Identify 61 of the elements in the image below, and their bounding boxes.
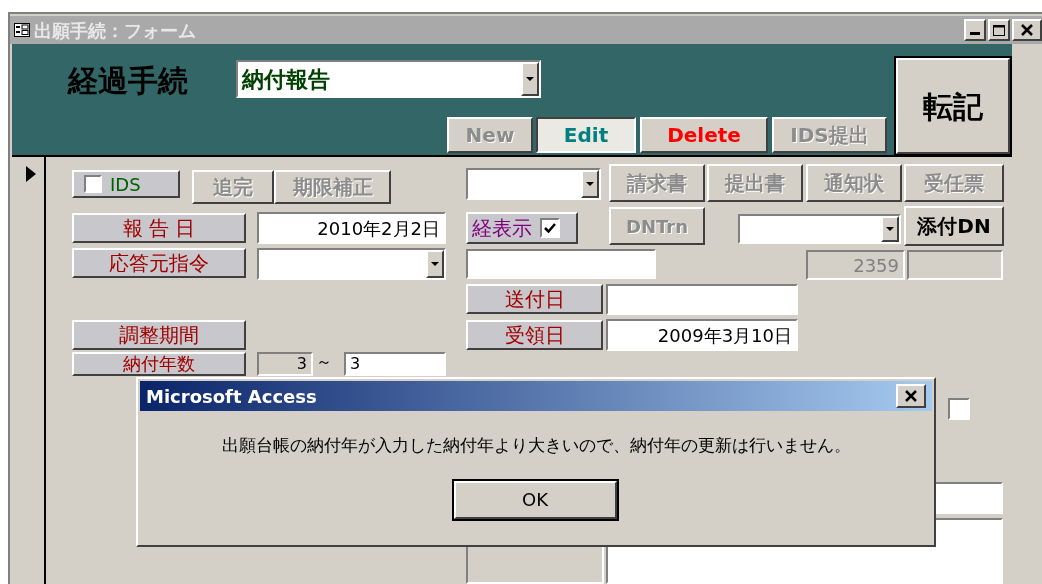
input-field[interactable] (907, 250, 1003, 280)
dialog-message: 出願台帳の納付年が入力した納付年より大きいので、納付年の更新は行いません。 (220, 434, 852, 457)
document-button[interactable]: 受任票 (904, 164, 1004, 202)
field-label: 応答元指令 (72, 248, 246, 278)
record-pointer-icon (26, 166, 36, 182)
checkbox-label: IDS (110, 172, 141, 197)
input-field[interactable]: 3 (344, 352, 446, 376)
document-button[interactable]: 通知状 (806, 164, 902, 202)
input-field[interactable]: 3 (257, 352, 313, 376)
field-label: 受領日 (466, 320, 603, 350)
caret-icon (431, 262, 439, 266)
field-label: 調整期間 (72, 320, 246, 350)
minimize-button[interactable] (964, 19, 986, 41)
field-label: 納付年数 (72, 352, 246, 376)
minimize-icon (970, 32, 980, 35)
response-combo[interactable] (257, 248, 446, 280)
range-separator: ～ (316, 352, 332, 372)
close-icon (905, 390, 917, 402)
dropdown-button[interactable] (881, 216, 899, 242)
input-field[interactable] (466, 249, 656, 279)
dropdown-button[interactable] (426, 250, 444, 278)
submit-button[interactable]: IDS提出 (772, 117, 887, 153)
document-button[interactable]: 請求書 (609, 164, 705, 202)
dialog-title: Microsoft Access (146, 384, 317, 409)
form-button[interactable]: 追完 (192, 170, 274, 204)
caret-icon (586, 182, 594, 186)
input-field[interactable]: 2009年3月10日 (606, 319, 798, 351)
caret-icon (886, 227, 894, 231)
document-button[interactable]: 提出書 (707, 164, 803, 202)
field-label: 報 告 日 (72, 213, 246, 243)
close-button[interactable] (1012, 19, 1042, 41)
field-label: 送付日 (466, 284, 603, 314)
dropdown-button[interactable] (581, 170, 599, 198)
close-icon (1021, 24, 1033, 36)
dropdown-combo[interactable] (466, 168, 601, 200)
window-title: 出願手続：フォーム (34, 18, 196, 43)
checkbox[interactable] (84, 175, 102, 193)
delete-button[interactable]: Delete (640, 117, 768, 153)
dntrn-button[interactable]: DNTrn (609, 207, 705, 245)
dropdown-button[interactable] (521, 62, 539, 96)
checkbox[interactable] (948, 398, 970, 420)
procedure-combo[interactable]: 納付報告 (236, 60, 541, 98)
input-field[interactable]: 2010年2月2日 (257, 212, 446, 244)
check-icon (544, 223, 556, 233)
new-button[interactable]: New (447, 117, 533, 153)
checkbox-label: 経表示 (472, 215, 532, 242)
maximize-button[interactable] (988, 19, 1010, 41)
edit-button[interactable]: Edit (536, 117, 636, 153)
maximize-icon (993, 24, 1005, 36)
form-icon (14, 23, 30, 37)
close-button[interactable] (896, 384, 926, 408)
attach-button[interactable]: 添付DN (904, 206, 1004, 246)
input-field[interactable]: 2359 (806, 250, 905, 280)
transfer-button[interactable]: 転記 (896, 58, 1010, 154)
checkbox[interactable] (540, 218, 560, 238)
form-button[interactable]: 期限補正 (274, 170, 391, 204)
caret-icon (526, 77, 534, 81)
input-field[interactable] (606, 284, 798, 315)
header-label: 経過手続 (68, 62, 188, 100)
attachment-combo[interactable] (738, 214, 901, 244)
ok-button[interactable]: OK (453, 480, 617, 519)
